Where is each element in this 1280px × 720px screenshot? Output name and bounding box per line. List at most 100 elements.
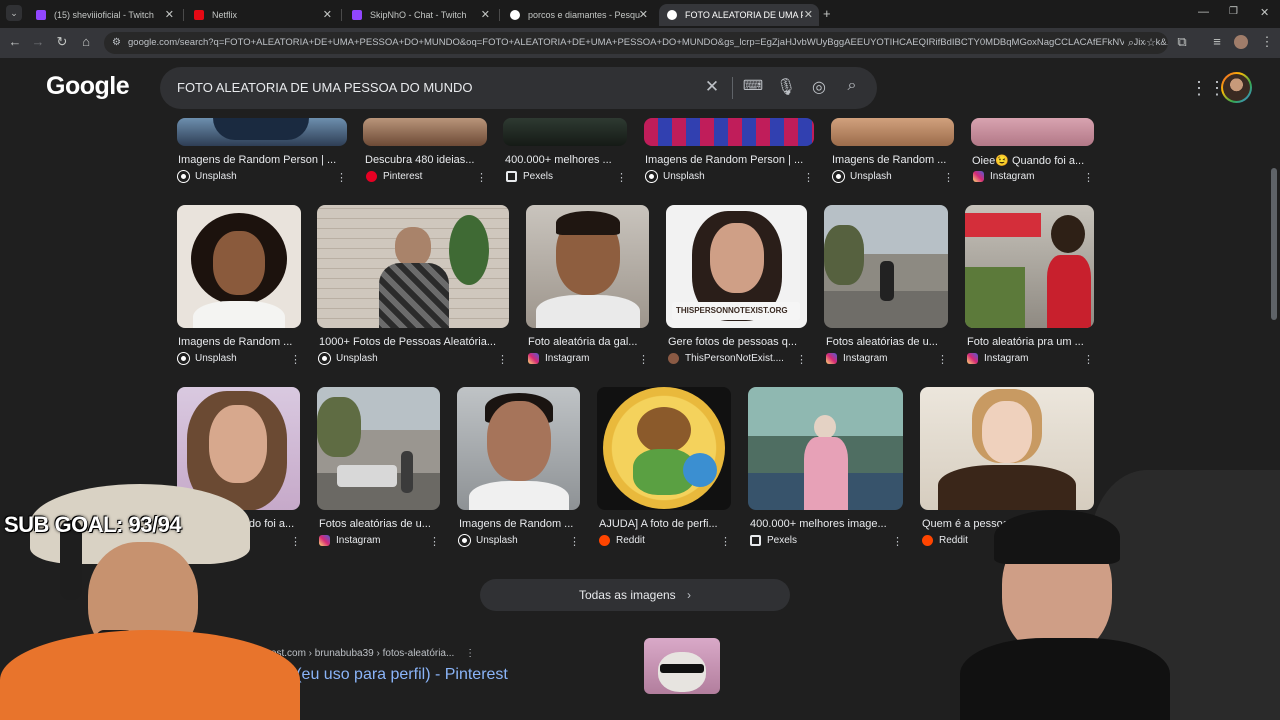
- tab-current-search[interactable]: FOTO ALEATORIA DE UMA PESS ✕: [659, 4, 819, 26]
- image-source[interactable]: Unsplash: [459, 535, 518, 546]
- tab-netflix[interactable]: Netflix ✕: [186, 4, 338, 26]
- more-options-icon[interactable]: ⋮: [497, 353, 508, 366]
- image-title[interactable]: 400.000+ melhores image...: [750, 518, 905, 530]
- more-options-icon[interactable]: ⋮: [720, 535, 731, 548]
- image-source[interactable]: Instagram: [826, 353, 887, 364]
- image-thumb[interactable]: [317, 205, 509, 328]
- image-title[interactable]: Foto aleatória da gal...: [528, 336, 652, 348]
- image-thumb[interactable]: [965, 205, 1094, 328]
- close-icon[interactable]: ✕: [804, 8, 813, 21]
- scrollbar-thumb[interactable]: [1271, 168, 1277, 320]
- image-title[interactable]: 400.000+ melhores ...: [505, 154, 629, 166]
- result-thumbnail[interactable]: [644, 638, 720, 694]
- image-thumb[interactable]: [457, 387, 580, 510]
- image-thumb[interactable]: [177, 205, 301, 328]
- more-options-icon[interactable]: ⋮: [336, 171, 347, 184]
- bookmark-star-icon[interactable]: ☆: [1146, 32, 1156, 54]
- image-title[interactable]: Descubra 480 ideias...: [365, 154, 489, 166]
- more-options-icon[interactable]: ⋮: [638, 353, 649, 366]
- more-options-icon[interactable]: ⋮: [476, 171, 487, 184]
- window-close-button[interactable]: ✕: [1260, 6, 1269, 19]
- close-icon[interactable]: ✕: [639, 8, 648, 21]
- image-source[interactable]: Pexels: [750, 535, 797, 546]
- search-box[interactable]: FOTO ALEATORIA DE UMA PESSOA DO MUNDO ✕ …: [160, 67, 877, 109]
- image-title[interactable]: Imagens de Random Person | ...: [645, 154, 815, 166]
- image-thumb[interactable]: [317, 387, 440, 510]
- more-options-icon[interactable]: ⋮: [937, 353, 948, 366]
- google-logo[interactable]: Google: [46, 72, 130, 101]
- reload-icon[interactable]: ↻: [53, 34, 71, 50]
- search-input[interactable]: FOTO ALEATORIA DE UMA PESSOA DO MUNDO: [177, 80, 472, 95]
- image-title[interactable]: Foto aleatória pra um ...: [967, 336, 1096, 348]
- image-thumb[interactable]: [831, 118, 954, 146]
- image-title[interactable]: Imagens de Random ...: [459, 518, 583, 530]
- image-source[interactable]: Unsplash: [178, 353, 237, 364]
- home-icon[interactable]: ⌂: [77, 34, 95, 49]
- search-icon[interactable]: ⌕: [841, 77, 863, 95]
- all-images-button[interactable]: Todas as imagens ›: [480, 579, 790, 611]
- image-source[interactable]: Unsplash: [319, 353, 378, 364]
- image-source[interactable]: Instagram: [528, 353, 589, 364]
- extensions-icon[interactable]: ⧉: [1173, 34, 1191, 50]
- more-options-icon[interactable]: ⋮: [943, 171, 954, 184]
- back-icon[interactable]: ←: [6, 34, 24, 49]
- address-bar[interactable]: ⚙ google.com/search?q=FOTO+ALEATORIA+DE+…: [104, 32, 1168, 54]
- forward-icon[interactable]: →: [29, 34, 47, 49]
- avatar[interactable]: [1221, 72, 1252, 103]
- image-source[interactable]: Instagram: [967, 353, 1028, 364]
- image-thumb[interactable]: THISPERSONNOTEXIST.ORG: [666, 205, 807, 328]
- keyboard-icon[interactable]: ⌨: [742, 77, 764, 94]
- new-tab-button[interactable]: +: [823, 6, 831, 21]
- image-thumb[interactable]: [971, 118, 1094, 146]
- profile-icon[interactable]: [1234, 35, 1248, 49]
- image-source[interactable]: Pexels: [506, 171, 553, 182]
- image-source[interactable]: Unsplash: [833, 171, 892, 182]
- image-title[interactable]: Oiee😉 Quando foi a...: [972, 154, 1096, 167]
- image-source[interactable]: Reddit: [599, 535, 645, 546]
- image-title[interactable]: AJUDA] A foto de perfi...: [599, 518, 733, 530]
- close-icon[interactable]: ✕: [165, 8, 174, 21]
- more-options-icon[interactable]: ⋮: [1083, 171, 1094, 184]
- image-title[interactable]: Gere fotos de pessoas q...: [668, 336, 809, 348]
- image-title[interactable]: Fotos aleatórias de u...: [826, 336, 950, 348]
- image-source[interactable]: ThisPersonNotExist....: [668, 353, 784, 364]
- image-title[interactable]: Imagens de Random ...: [178, 336, 302, 348]
- image-source[interactable]: Pinterest: [366, 171, 422, 182]
- image-thumb[interactable]: [177, 118, 347, 146]
- media-controls-icon[interactable]: ≡: [1208, 34, 1226, 49]
- lens-camera-icon[interactable]: ◎: [808, 77, 830, 97]
- result-title-link[interactable]: rias (eu uso para perfil) - Pinterest: [266, 666, 508, 684]
- image-thumb[interactable]: [748, 387, 903, 510]
- tab-porcos-search[interactable]: porcos e diamantes - Pesquisa ✕: [502, 4, 654, 26]
- image-thumb[interactable]: [644, 118, 814, 146]
- more-options-icon[interactable]: ⋮: [465, 648, 475, 659]
- more-options-icon[interactable]: ⋮: [569, 535, 580, 548]
- more-options-icon[interactable]: ⋮: [1083, 353, 1094, 366]
- tab-twitch[interactable]: (15) sheviiioficial - Twitch ✕: [28, 4, 180, 26]
- close-icon[interactable]: ✕: [323, 8, 332, 21]
- more-options-icon[interactable]: ⋮: [290, 353, 301, 366]
- more-options-icon[interactable]: ⋮: [429, 535, 440, 548]
- restore-button[interactable]: ❐: [1229, 6, 1238, 17]
- image-source[interactable]: Unsplash: [178, 171, 237, 182]
- image-thumb[interactable]: [363, 118, 487, 146]
- image-source[interactable]: Unsplash: [646, 171, 705, 182]
- tab-twitch-chat[interactable]: SkipNhO - Chat - Twitch ✕: [344, 4, 496, 26]
- tab-search-icon[interactable]: ⌄: [6, 5, 22, 21]
- image-title[interactable]: 1000+ Fotos de Pessoas Aleatória...: [319, 336, 511, 348]
- zoom-icon[interactable]: ⌕: [1123, 32, 1134, 54]
- image-thumb[interactable]: [503, 118, 627, 146]
- image-title[interactable]: Fotos aleatórias de u...: [319, 518, 443, 530]
- menu-icon[interactable]: ⋮: [1258, 34, 1276, 50]
- image-source[interactable]: Instagram: [319, 535, 380, 546]
- site-info-icon[interactable]: ⚙: [112, 32, 121, 54]
- more-options-icon[interactable]: ⋮: [796, 353, 807, 366]
- more-options-icon[interactable]: ⋮: [892, 535, 903, 548]
- more-options-icon[interactable]: ⋮: [616, 171, 627, 184]
- close-icon[interactable]: ✕: [481, 8, 490, 21]
- image-source[interactable]: Instagram: [973, 171, 1034, 182]
- image-thumb[interactable]: [597, 387, 731, 510]
- image-thumb[interactable]: [824, 205, 948, 328]
- clear-icon[interactable]: ✕: [701, 77, 723, 97]
- image-title[interactable]: Imagens de Random Person | ...: [178, 154, 348, 166]
